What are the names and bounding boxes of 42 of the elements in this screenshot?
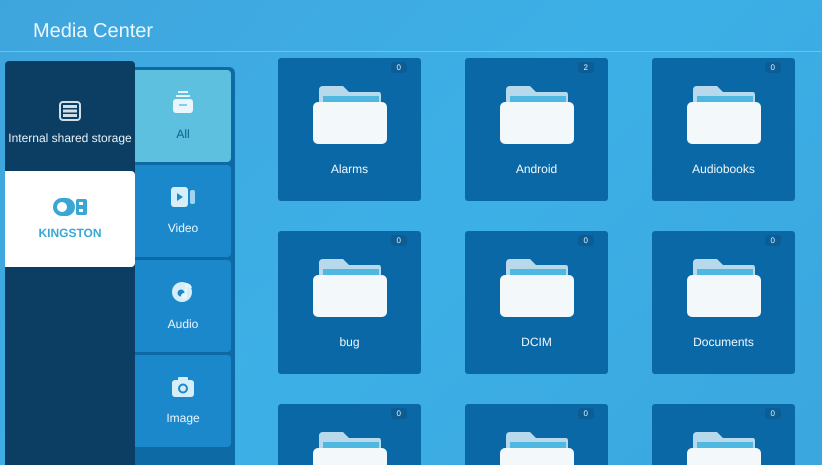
folder-tile[interactable]: 0 DCIM [465, 231, 608, 374]
item-count: 0 [764, 408, 781, 419]
folder-tile[interactable]: 0 [465, 404, 608, 465]
storage-item[interactable]: Internal shared storage [5, 75, 135, 171]
folder-name: Audiobooks [692, 162, 755, 176]
item-count: 0 [578, 235, 594, 246]
folder-icon [500, 259, 574, 317]
folder-name: Alarms [330, 162, 368, 176]
window-title: Media Center [33, 20, 154, 43]
item-count: 0 [578, 408, 594, 419]
folder-name: Documents [693, 335, 754, 349]
item-count: 0 [390, 62, 407, 73]
folder-icon [312, 259, 386, 317]
item-count: 2 [578, 62, 594, 73]
folder-name: DCIM [521, 335, 552, 349]
item-count: 0 [390, 408, 407, 419]
video-camera-icon [171, 187, 195, 207]
folder-tile[interactable]: 0 bug [278, 231, 421, 374]
folder-name: Android [516, 162, 558, 176]
usb-drive-icon [53, 198, 87, 216]
item-count: 0 [764, 62, 781, 73]
category-tab[interactable]: Audio [135, 260, 231, 352]
folder-tile[interactable]: 0 Alarms [278, 58, 421, 201]
category-tab[interactable]: Video [135, 165, 231, 257]
tray-icon [173, 91, 193, 113]
folder-name: bug [339, 335, 360, 349]
music-note-icon [172, 281, 194, 303]
storage-icon [59, 101, 81, 121]
folder-tile[interactable]: 0 [652, 404, 795, 465]
folder-icon [686, 86, 760, 144]
category-tab[interactable]: All [135, 70, 231, 162]
folder-tile[interactable]: 0 Audiobooks [652, 58, 795, 201]
folder-tile[interactable]: 2 Android [465, 58, 608, 201]
folder-icon [686, 259, 760, 317]
item-count: 0 [764, 235, 781, 246]
folder-tile[interactable]: 0 [278, 404, 421, 465]
folder-tile[interactable]: 0 Documents [652, 231, 795, 374]
category-tab[interactable]: Image [135, 355, 231, 447]
item-count: 0 [390, 235, 407, 246]
folder-icon [500, 86, 574, 144]
camera-icon [172, 377, 194, 397]
folder-icon [312, 86, 386, 144]
